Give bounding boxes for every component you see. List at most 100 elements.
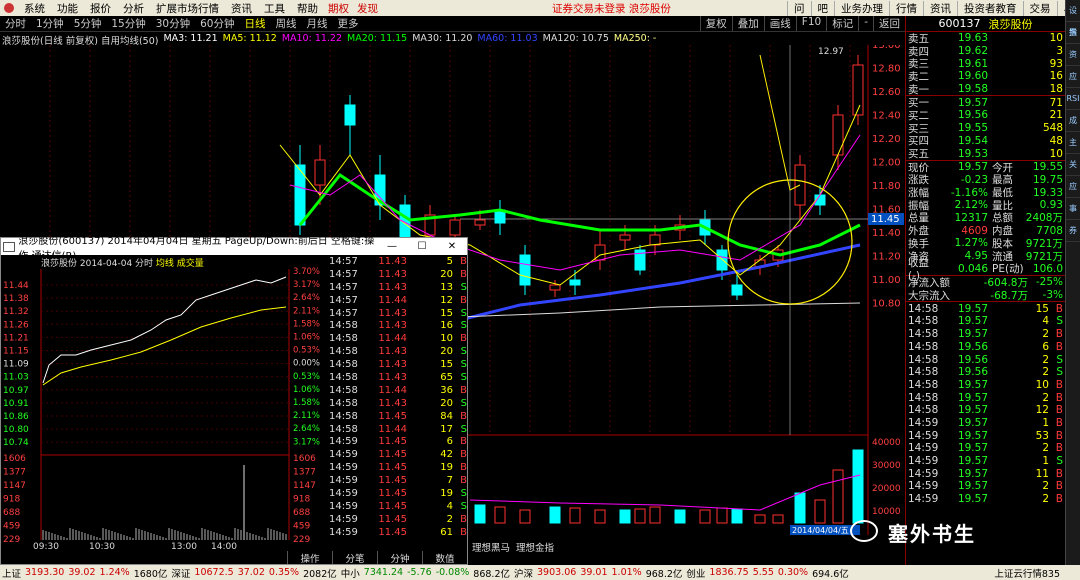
strip-button[interactable]: 应 bbox=[1066, 66, 1080, 88]
timeframe-tab[interactable]: 日线 bbox=[240, 16, 271, 31]
app-logo-icon bbox=[4, 3, 14, 13]
menubar-button[interactable]: 投资者教育 bbox=[957, 0, 1023, 16]
timeframe-tab[interactable]: 15分钟 bbox=[106, 16, 150, 31]
tick-time: 14:58 bbox=[908, 366, 939, 379]
price-tick-label: 11.20 bbox=[872, 252, 901, 263]
ma-label: MA120: 10.75 bbox=[542, 33, 609, 44]
popup-tick-price: 11.45 bbox=[378, 487, 407, 499]
menu-item[interactable]: 资讯 bbox=[225, 1, 258, 16]
popup-tick-price: 11.45 bbox=[378, 436, 407, 448]
menu-tab[interactable]: 发现 bbox=[353, 1, 382, 16]
strip-button[interactable]: 券 bbox=[1066, 220, 1080, 242]
timeframe-tab[interactable]: 5分钟 bbox=[69, 16, 107, 31]
popup-tick-row: 14:58 11.43 65 S bbox=[327, 371, 469, 384]
menu-item[interactable]: 帮助 bbox=[291, 1, 324, 16]
index-value: 3193.30 bbox=[25, 567, 65, 578]
menubar-button[interactable]: 业务办理 bbox=[834, 0, 889, 16]
timeframe-tab[interactable]: 更多 bbox=[333, 16, 364, 31]
minimize-button[interactable]: — bbox=[377, 241, 407, 252]
strip-button[interactable]: 资 bbox=[1066, 44, 1080, 66]
popup-tick-time: 14:58 bbox=[329, 359, 358, 371]
chart-tool-button[interactable]: 返回 bbox=[873, 16, 905, 31]
volume-bar bbox=[754, 514, 766, 524]
chart-tool-button[interactable]: 复权 bbox=[699, 16, 732, 31]
timeframe-tab[interactable]: 30分钟 bbox=[151, 16, 195, 31]
popup-pct-label: 2.11% bbox=[293, 306, 320, 316]
menu-item[interactable]: 分析 bbox=[117, 1, 150, 16]
menu-item[interactable]: 工具 bbox=[258, 1, 291, 16]
strip-button[interactable]: 成 bbox=[1066, 110, 1080, 132]
bid-volume: 21 bbox=[1049, 109, 1063, 122]
timeframe-tab[interactable]: 周线 bbox=[271, 16, 302, 31]
chart-tool-button[interactable]: 叠加 bbox=[731, 16, 764, 31]
stat-value: 12317 bbox=[954, 211, 988, 224]
menubar-button[interactable]: 行情 bbox=[889, 0, 923, 16]
timeframe-tab[interactable]: 月线 bbox=[302, 16, 333, 31]
popup-tick-price: 11.45 bbox=[378, 449, 407, 461]
popup-tab[interactable]: 操作 bbox=[287, 551, 332, 565]
index-amount: 2082亿 bbox=[303, 568, 337, 580]
index-name[interactable]: 上证 bbox=[2, 566, 21, 580]
strip-button[interactable]: RSI bbox=[1066, 88, 1080, 110]
popup-tab[interactable]: 数值 bbox=[422, 551, 467, 565]
index-name[interactable]: 创业 bbox=[686, 566, 705, 580]
close-button[interactable]: ✕ bbox=[437, 241, 467, 252]
index-ticker-bar: 上证 3193.30 39.02 1.24% 1680亿 深证 10672.5 37.02 0.… bbox=[0, 565, 1080, 580]
maximize-button[interactable]: ☐ bbox=[407, 241, 437, 252]
index-name[interactable]: 深证 bbox=[171, 566, 190, 580]
strip-button[interactable]: 设置 bbox=[1066, 0, 1080, 37]
popup-tick-price: 11.45 bbox=[378, 500, 407, 512]
timeframe-bar: 分时 1分钟 5分钟 15分钟 30分钟 60分钟 日线 周线 月线 更多 复权 叠加 画线 F10 标记 -… bbox=[0, 16, 905, 32]
menubar-button[interactable]: 资讯 bbox=[923, 0, 957, 16]
popup-tick-time: 14:59 bbox=[329, 526, 358, 538]
menu-item[interactable]: 扩展市场行情 bbox=[150, 1, 225, 16]
popup-tab[interactable]: 分笔 bbox=[332, 551, 377, 565]
menubar-button[interactable]: 交易 bbox=[1022, 0, 1057, 16]
candle-body bbox=[649, 234, 661, 246]
popup-tick-volume: 19 bbox=[440, 462, 453, 474]
stat-value: 9721万 bbox=[1025, 250, 1063, 263]
menu-item[interactable]: 功能 bbox=[51, 1, 84, 16]
chart-tool-button[interactable]: - bbox=[858, 16, 873, 31]
bid-price: 19.57 bbox=[957, 96, 988, 109]
tick-direction: S bbox=[1056, 366, 1063, 379]
strip-button[interactable]: 事 bbox=[1066, 198, 1080, 220]
popup-tick-row: 14:58 11.44 17 S bbox=[327, 423, 469, 436]
menubar-button[interactable]: 问 bbox=[787, 0, 811, 16]
popup-tick-volume: 12 bbox=[440, 294, 453, 306]
strip-button[interactable]: 主 bbox=[1066, 132, 1080, 154]
strip-button[interactable]: 应 bbox=[1066, 176, 1080, 198]
popup-tick-time: 14:58 bbox=[329, 397, 358, 409]
tick-direction: B bbox=[1055, 493, 1063, 506]
menu-item[interactable]: 报价 bbox=[84, 1, 117, 16]
popup-tick-time: 14:59 bbox=[329, 513, 358, 525]
flow-pct: -25% bbox=[1035, 276, 1063, 289]
popup-tab[interactable]: 分钟 bbox=[377, 551, 422, 565]
menu-tab[interactable]: 期权 bbox=[324, 1, 353, 16]
index-name[interactable]: 中小 bbox=[341, 566, 360, 580]
chart-tool-button[interactable]: F10 bbox=[795, 16, 826, 31]
tick-row: 14:58 19.57 4 S bbox=[906, 315, 1065, 328]
timeframe-tab[interactable]: 分时 bbox=[0, 16, 31, 31]
index-pct: 0.35% bbox=[268, 567, 300, 578]
bid-row: 买五 19.53 10 bbox=[906, 147, 1065, 161]
timeframe-tab[interactable]: 1分钟 bbox=[31, 16, 69, 31]
chart-tool-button[interactable]: 标记 bbox=[826, 16, 858, 31]
chart-tool-button[interactable]: 画线 bbox=[763, 16, 796, 31]
menu-item[interactable]: 系统 bbox=[18, 1, 51, 16]
intraday-chart[interactable]: 浪莎股份 2014-04-04 分时 均线 成交量 11.44 11.38 11.32… bbox=[1, 255, 327, 551]
stock-name: 浪莎股份 bbox=[988, 17, 1033, 31]
menubar-button[interactable]: 吧 bbox=[810, 0, 835, 16]
indicator-tab[interactable]: 理想金指 bbox=[516, 540, 554, 554]
tick-volume: 1 bbox=[1042, 455, 1049, 468]
strip-button[interactable]: 指 bbox=[1066, 22, 1080, 44]
indicator-tab[interactable]: 理想黑马 bbox=[472, 540, 510, 554]
popup-tick-volume: 15 bbox=[440, 307, 453, 319]
popup-pct-label: 1.06% bbox=[293, 333, 320, 343]
strip-button[interactable]: 关 bbox=[1066, 154, 1080, 176]
popup-pct-label: 2.11% bbox=[293, 411, 320, 421]
tick-row: 14:59 19.57 1 B bbox=[906, 417, 1065, 430]
timeframe-tab[interactable]: 60分钟 bbox=[195, 16, 239, 31]
popup-pct-label: 1.58% bbox=[293, 398, 320, 408]
index-name[interactable]: 沪深 bbox=[514, 566, 533, 580]
